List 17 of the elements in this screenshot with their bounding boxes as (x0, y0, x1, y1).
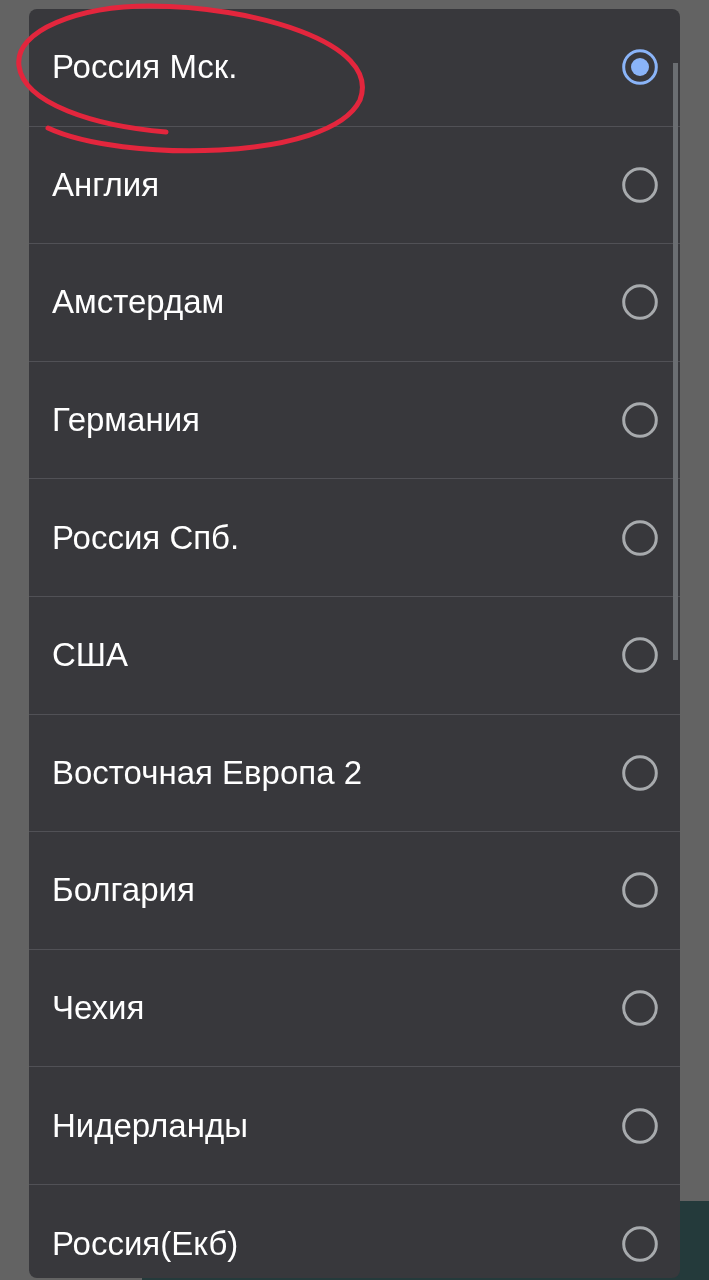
scrollbar-thumb[interactable] (673, 63, 678, 660)
radio-button[interactable] (622, 990, 658, 1027)
radio-button[interactable] (622, 1107, 658, 1144)
radio-button[interactable] (622, 519, 658, 556)
list-option[interactable]: Чехия (29, 949, 680, 1068)
radio-button[interactable] (622, 754, 658, 791)
radio-button[interactable] (622, 49, 658, 86)
radio-button[interactable] (622, 402, 658, 439)
radio-button[interactable] (622, 872, 658, 909)
list-option[interactable]: Болгария (29, 832, 680, 950)
radio-button[interactable] (622, 637, 658, 674)
radio-button[interactable] (622, 284, 658, 321)
list-option[interactable]: Восточная Европа 2 (29, 714, 680, 833)
radio-button[interactable] (622, 1225, 658, 1262)
radio-button[interactable] (622, 166, 658, 203)
list-option[interactable]: Нидерланды (29, 1067, 680, 1185)
list-option[interactable]: Россия(Екб) (29, 1184, 680, 1278)
